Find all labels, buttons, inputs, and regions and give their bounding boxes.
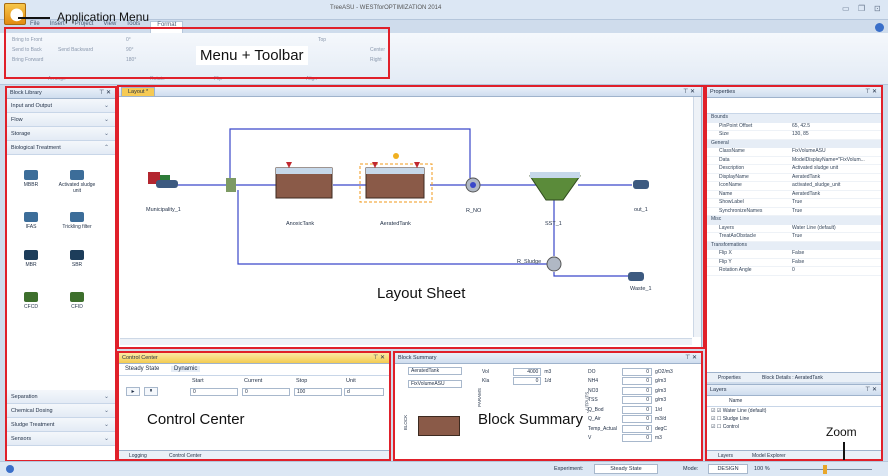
info-icon — [6, 465, 14, 473]
help-icon[interactable] — [875, 23, 884, 32]
experiment-select[interactable]: Steady State — [594, 464, 658, 474]
annotation-library-box — [5, 86, 117, 462]
annotation-control-center: Control Center — [147, 411, 245, 428]
annotation-zoom: Zoom — [826, 425, 857, 439]
status-bar: Experiment: Steady State Mode: DESIGN 10… — [0, 461, 888, 476]
annotation-menu-toolbar: Menu + Toolbar — [196, 46, 308, 65]
window-title: TreeASU - WESTforOPTIMIZATION 2014 — [330, 5, 442, 11]
experiment-label: Experiment: — [554, 466, 584, 472]
maximize-icon[interactable]: ❐ — [858, 4, 865, 13]
zoom-arrow — [843, 442, 845, 460]
annotation-block-summary-box — [393, 351, 703, 461]
minimize-icon[interactable]: ▭ — [842, 4, 850, 13]
annotation-block-summary: Block Summary — [474, 410, 588, 429]
annotation-app-menu: Application Menu — [57, 10, 150, 24]
zoom-value: 100 % — [754, 466, 770, 472]
annotation-control-center-box — [117, 351, 391, 461]
mode-label: Mode: — [683, 466, 699, 472]
arrow-line — [18, 17, 50, 19]
mode-select[interactable]: DESIGN — [708, 464, 748, 474]
zoom-thumb[interactable] — [823, 465, 827, 474]
close-icon[interactable]: ⊡ — [874, 4, 881, 13]
application-menu-button[interactable]: ⬤ — [4, 3, 26, 25]
annotation-right-panels-box — [705, 85, 883, 461]
annotation-layout-sheet: Layout Sheet — [373, 284, 470, 303]
annotation-layout-box — [117, 85, 705, 349]
